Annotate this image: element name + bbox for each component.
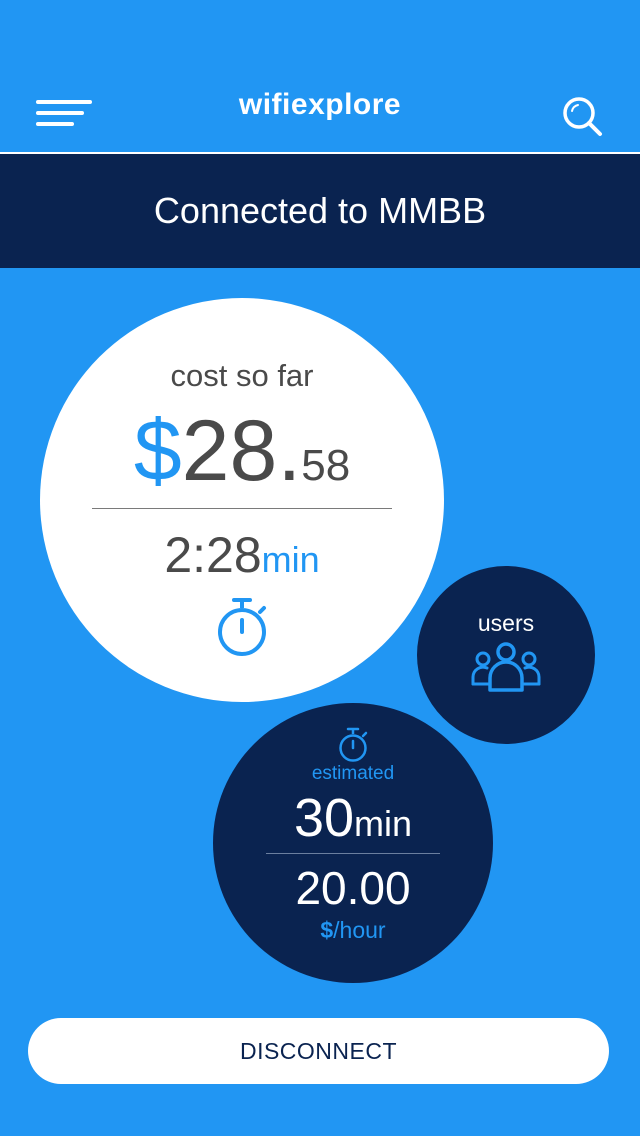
app-header: wifiexplore	[0, 0, 640, 152]
search-icon	[563, 97, 602, 136]
connection-status-text: Connected to MMBB	[153, 190, 487, 231]
estimated-duration-value: 30	[293, 788, 355, 848]
estimate-card: estimated 30min 20.00 $/hour	[213, 703, 493, 983]
rate-currency-symbol: $	[320, 917, 334, 943]
users-button[interactable]: users	[417, 566, 595, 744]
disconnect-label: DISCONNECT	[239, 1037, 398, 1064]
menu-bar-bottom	[36, 122, 74, 126]
estimated-duration-unit: min	[354, 803, 413, 844]
users-label: users	[477, 610, 535, 636]
elapsed-time-unit: min	[261, 539, 320, 580]
cost-so-far-label: cost so far	[170, 358, 314, 393]
estimated-duration: 30min	[213, 787, 493, 849]
disconnect-button[interactable]: DISCONNECT	[28, 1018, 609, 1084]
cost-amount: $28.58	[40, 402, 444, 501]
cost-currency-symbol: $	[133, 403, 182, 499]
cost-divider	[92, 508, 392, 509]
rate-time-unit: /hour	[333, 917, 386, 943]
hourly-rate-value: 20.00	[295, 862, 411, 914]
search-button[interactable]	[560, 94, 604, 138]
cost-cents-amount: 58	[301, 441, 351, 490]
cost-whole-amount: 28.	[181, 403, 302, 499]
estimated-label: estimated	[311, 763, 395, 784]
connection-status-bar: Connected to MMBB	[0, 154, 640, 268]
users-group-icon	[471, 642, 541, 692]
elapsed-time-value: 2:28	[164, 527, 262, 583]
estimate-divider	[266, 853, 440, 854]
hourly-rate-unit: $/hour	[213, 917, 493, 944]
elapsed-time: 2:28min	[40, 526, 444, 584]
cost-so-far-card: cost so far $28.58 2:28min	[40, 298, 444, 702]
app-title: wifiexplore	[238, 88, 402, 121]
stopwatch-icon	[218, 598, 266, 656]
stopwatch-icon	[339, 727, 368, 762]
